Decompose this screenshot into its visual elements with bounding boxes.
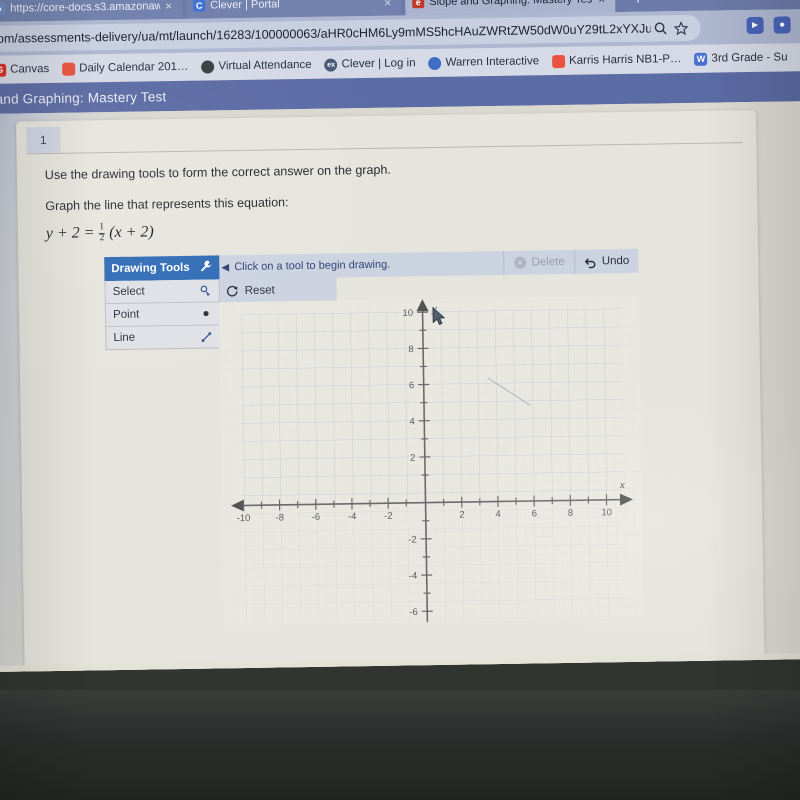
prompt-text: Graph the line that represents this equa… — [45, 195, 289, 214]
fraction-denominator: 2 — [99, 232, 105, 243]
bookmark-warren-interactive[interactable]: Warren Interactive — [428, 55, 539, 70]
reset-label: Reset — [244, 284, 275, 297]
svg-text:2: 2 — [410, 453, 415, 464]
svg-text:10: 10 — [601, 507, 612, 518]
svg-text:4: 4 — [495, 509, 500, 520]
new-tab-button[interactable]: + — [626, 0, 650, 10]
mouse-pointer — [432, 307, 448, 332]
svg-text:-6: -6 — [409, 607, 418, 618]
undo-arrow-icon — [584, 255, 597, 268]
extension-blue-icon[interactable]: ● — [773, 16, 791, 34]
equation-lhs: y + 2 = — [45, 224, 95, 243]
svg-text:-10: -10 — [237, 513, 251, 524]
x-axis-label: x — [619, 479, 625, 491]
line-arrow-icon — [200, 330, 212, 342]
svg-text:2: 2 — [459, 510, 464, 521]
drawing-toolbar: ◀ Click on a tool to begin drawing. × De… — [216, 248, 639, 280]
circle-x-icon: × — [513, 256, 527, 269]
svg-text:-4: -4 — [348, 511, 357, 522]
bookmark-daily-calendar[interactable]: Daily Calendar 201… — [62, 60, 189, 76]
drawing-tools-palette: Drawing Tools Select Point Line — [104, 255, 221, 351]
cursor-select-icon — [200, 284, 212, 296]
bookmark-label: Karris Harris NB1-P… — [568, 53, 682, 67]
edmentum-icon: e — [412, 0, 425, 9]
svg-text:10: 10 — [402, 308, 413, 319]
bookmark-star-icon[interactable] — [670, 18, 690, 38]
clever-icon: C — [193, 0, 206, 12]
point-dot-icon — [200, 307, 212, 319]
url-text: com/assessments-delivery/ua/mt/launch/16… — [0, 21, 651, 46]
tool-point[interactable]: Point — [104, 302, 221, 328]
toolbar-hint: Click on a tool to begin drawing. — [234, 258, 391, 274]
bookmark-label: Clever | Log in — [341, 57, 416, 71]
page-title: and Graphing: Mastery Test — [0, 88, 167, 107]
svg-text:6: 6 — [532, 508, 537, 519]
canvas-icon: G — [0, 63, 7, 77]
svg-text:-4: -4 — [409, 571, 418, 582]
bookmark-clever-login[interactable]: ex Clever | Log in — [324, 57, 416, 72]
wrench-icon — [199, 259, 212, 275]
drawing-tool-widget: ◀ Click on a tool to begin drawing. × De… — [104, 248, 644, 627]
fraction-one-half: 1 2 — [98, 222, 106, 243]
reset-refresh-icon — [226, 284, 239, 297]
close-icon[interactable]: × — [384, 0, 394, 10]
instruction-text: Use the drawing tools to form the correc… — [44, 162, 391, 183]
question-number-badge: 1 — [26, 126, 61, 154]
bookmark-karris-harris[interactable]: Karris Harris NB1-P… — [551, 53, 682, 68]
delete-label: Delete — [531, 255, 565, 269]
bookmark-virtual-attendance[interactable]: Virtual Attendance — [201, 58, 312, 74]
svg-text:6: 6 — [409, 380, 414, 391]
svg-text:-6: -6 — [312, 512, 321, 523]
equation-rhs: (x + 2) — [109, 223, 154, 242]
bookmark-label: Warren Interactive — [445, 55, 540, 69]
tool-select[interactable]: Select — [104, 279, 220, 305]
tool-label: Point — [112, 308, 140, 322]
question-card: 1 Use the drawing tools to form the corr… — [16, 109, 765, 672]
extension-video-icon[interactable]: ► — [746, 16, 764, 35]
monitor-screen: ● https://core-docs.s3.amazonaw × C Clev… — [0, 0, 800, 672]
coordinate-graph[interactable]: -10 -8 -6 -4 -2 2 4 6 8 10 10 8 6 4 2 -2 -4 -6 — [218, 295, 644, 626]
doc-icon — [551, 54, 566, 68]
tool-label: Line — [113, 331, 136, 345]
bookmark-3rd-grade[interactable]: W 3rd Grade - Su — [694, 51, 788, 66]
tool-line[interactable]: Line — [105, 325, 221, 351]
photo-of-screen: ● https://core-docs.s3.amazonaw × C Clev… — [0, 0, 800, 800]
bookmark-label: 3rd Grade - Su — [711, 51, 788, 65]
circle-dark-icon — [201, 59, 215, 74]
svg-text:-8: -8 — [275, 512, 284, 523]
svg-text:4: 4 — [409, 416, 414, 427]
palette-title: Drawing Tools — [111, 261, 190, 276]
bookmark-canvas[interactable]: G Canvas — [0, 63, 49, 77]
palette-header: Drawing Tools — [104, 255, 220, 282]
tab-title: Slope and Graphing: Mastery Tes — [429, 0, 593, 9]
divider — [26, 142, 743, 155]
svg-text:8: 8 — [568, 508, 573, 519]
clever-icon: ex — [324, 57, 338, 72]
close-icon[interactable]: × — [165, 0, 175, 13]
tab-title: Clever | Portal — [210, 0, 280, 12]
calendar-icon — [62, 62, 76, 76]
close-icon[interactable]: × — [598, 0, 608, 6]
delete-button[interactable]: × Delete — [503, 249, 574, 275]
undo-label: Undo — [601, 254, 630, 268]
globe-icon: ● — [0, 2, 6, 15]
svg-text:-2: -2 — [384, 511, 393, 522]
globe-icon — [428, 56, 442, 70]
extension-icons: ► ● — [746, 16, 791, 35]
graph-svg: -10 -8 -6 -4 -2 2 4 6 8 10 10 8 6 4 2 -2 -4 -6 — [218, 295, 644, 626]
desk-surface — [0, 690, 800, 800]
svg-text:8: 8 — [408, 344, 413, 355]
tool-label: Select — [112, 285, 145, 299]
bookmark-label: Canvas — [10, 63, 50, 76]
bookmark-label: Daily Calendar 201… — [79, 60, 189, 75]
undo-button[interactable]: Undo — [573, 248, 639, 274]
tab-title: https://core-docs.s3.amazonaw — [10, 0, 161, 15]
bookmark-label: Virtual Attendance — [218, 58, 312, 73]
equation: y + 2 = 1 2 (x + 2) — [46, 222, 154, 244]
word-icon: W — [694, 52, 708, 66]
search-icon[interactable] — [650, 18, 670, 38]
reset-button[interactable]: Reset — [216, 277, 337, 303]
svg-text:-2: -2 — [408, 535, 417, 546]
